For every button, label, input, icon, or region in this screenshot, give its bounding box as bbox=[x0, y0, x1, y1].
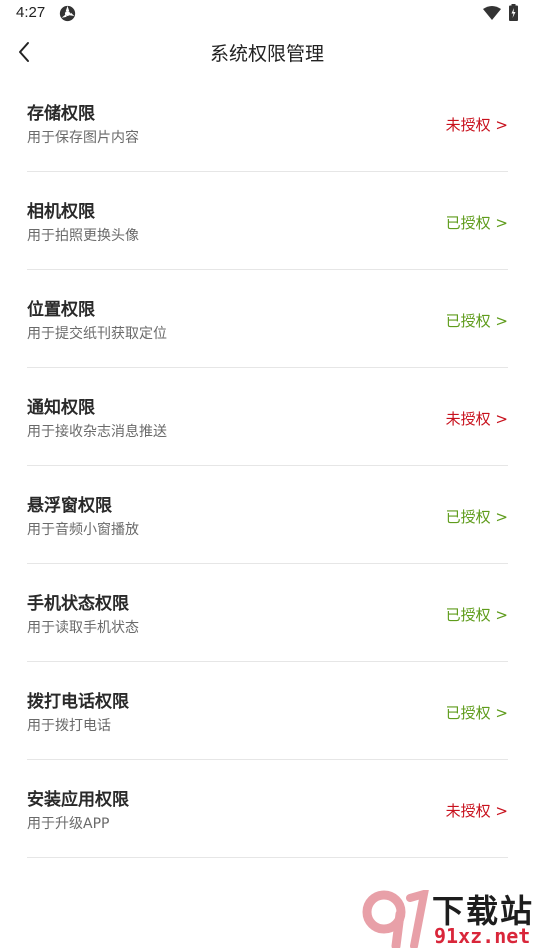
permission-status[interactable]: 已授权 > bbox=[446, 212, 508, 233]
permission-description: 用于拍照更换头像 bbox=[27, 228, 139, 244]
permission-title: 通知权限 bbox=[27, 398, 95, 418]
permission-status[interactable]: 已授权 > bbox=[446, 604, 508, 625]
title-bar: 系统权限管理 bbox=[0, 30, 534, 74]
permission-row-notification[interactable]: 通知权限 用于接收杂志消息推送 未授权 > bbox=[27, 368, 508, 466]
page-title: 系统权限管理 bbox=[209, 43, 324, 65]
permission-description: 用于接收杂志消息推送 bbox=[27, 424, 167, 440]
permission-row-phone-call[interactable]: 拨打电话权限 用于拨打电话 已授权 > bbox=[27, 662, 508, 760]
permission-status[interactable]: 已授权 > bbox=[446, 310, 508, 331]
permission-status[interactable]: 已授权 > bbox=[446, 702, 508, 723]
permission-row-camera[interactable]: 相机权限 用于拍照更换头像 已授权 > bbox=[27, 172, 508, 270]
permission-title: 悬浮窗权限 bbox=[27, 496, 112, 516]
permission-status[interactable]: 未授权 > bbox=[446, 408, 508, 429]
wifi-icon bbox=[483, 6, 501, 20]
watermark: 下载站 91xz.net bbox=[362, 888, 534, 950]
permission-title: 拨打电话权限 bbox=[27, 692, 129, 712]
permission-row-location[interactable]: 位置权限 用于提交纸刊获取定位 已授权 > bbox=[27, 270, 508, 368]
permission-description: 用于提交纸刊获取定位 bbox=[27, 326, 167, 342]
watermark-domain: 91xz.net bbox=[434, 924, 531, 948]
permission-title: 存储权限 bbox=[27, 104, 95, 124]
permission-row-storage[interactable]: 存储权限 用于保存图片内容 未授权 > bbox=[27, 74, 508, 172]
permission-status[interactable]: 未授权 > bbox=[446, 800, 508, 821]
permission-status[interactable]: 已授权 > bbox=[446, 506, 508, 527]
status-time: 4:27 bbox=[16, 4, 46, 21]
permission-title: 位置权限 bbox=[27, 300, 95, 320]
watermark-logo-icon bbox=[362, 890, 429, 948]
permission-row-phone-state[interactable]: 手机状态权限 用于读取手机状态 已授权 > bbox=[27, 564, 508, 662]
app-notification-icon bbox=[59, 5, 76, 22]
permission-description: 用于保存图片内容 bbox=[27, 130, 139, 146]
permission-description: 用于音频小窗播放 bbox=[27, 522, 139, 538]
status-bar: 4:27 bbox=[0, 0, 534, 28]
permission-status[interactable]: 未授权 > bbox=[446, 114, 508, 135]
permission-list: 存储权限 用于保存图片内容 未授权 > 相机权限 用于拍照更换头像 已授权 > … bbox=[27, 74, 508, 858]
permission-description: 用于升级APP bbox=[27, 816, 110, 832]
permission-row-install-apps[interactable]: 安装应用权限 用于升级APP 未授权 > bbox=[27, 760, 508, 858]
permission-description: 用于读取手机状态 bbox=[27, 620, 139, 636]
battery-charging-icon bbox=[509, 4, 518, 21]
permission-title: 手机状态权限 bbox=[27, 594, 129, 614]
permission-description: 用于拨打电话 bbox=[27, 718, 111, 734]
permission-row-floating-window[interactable]: 悬浮窗权限 用于音频小窗播放 已授权 > bbox=[27, 466, 508, 564]
permission-title: 相机权限 bbox=[27, 202, 95, 222]
permission-title: 安装应用权限 bbox=[27, 790, 129, 810]
